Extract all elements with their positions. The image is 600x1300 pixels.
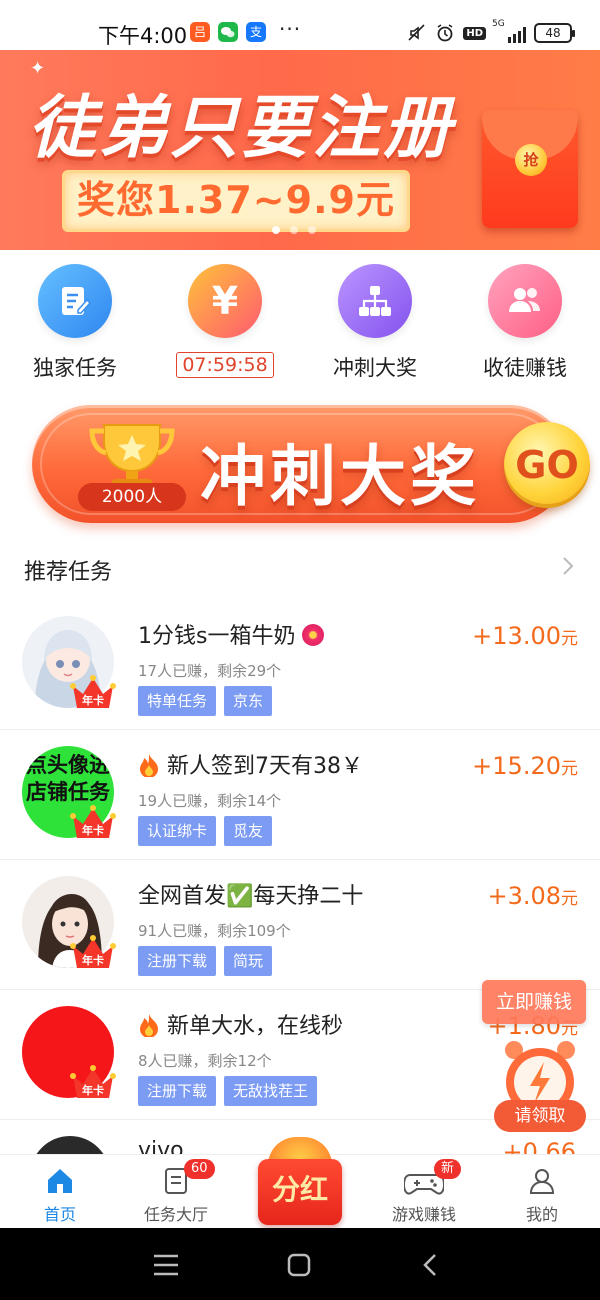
sprint-title: 冲刺大奖 (200, 438, 480, 515)
claim-button[interactable]: 请领取 (494, 1100, 586, 1132)
section-title: 推荐任务 (24, 560, 113, 585)
quick-nav-countdown[interactable]: ¥ 07:59:58 (150, 264, 300, 378)
pagination-dot[interactable] (308, 226, 316, 234)
task-tag: 认证绑卡 (138, 816, 217, 846)
task-tag: 简玩 (224, 946, 273, 976)
task-title: 全网首发✅每天挣二十 (138, 884, 364, 909)
person-icon (529, 1169, 555, 1194)
pagination-dot[interactable] (272, 226, 280, 234)
nav-home[interactable]: 首页 (0, 1165, 120, 1225)
quick-nav: 独家任务 ¥ 07:59:58 冲刺大奖 收徒赚钱 (0, 258, 600, 388)
countdown-timer: 07:59:58 (176, 352, 274, 378)
annual-card-badge: 年卡 (82, 1084, 104, 1097)
org-chart-icon (338, 264, 412, 338)
annual-card-badge: 年卡 (82, 954, 104, 967)
task-tag: 京东 (224, 686, 273, 716)
earn-now-button[interactable]: 立即赚钱 (482, 980, 586, 1024)
home-icon (48, 1169, 72, 1193)
go-button[interactable]: GO (504, 422, 590, 508)
signal-icon: 5G (492, 19, 526, 43)
recommended-section-header[interactable]: 推荐任务 (0, 540, 600, 596)
quick-nav-recruit[interactable]: 收徒赚钱 (450, 264, 600, 382)
system-navigation-bar (0, 1228, 600, 1300)
task-reward: +3.08元 (487, 882, 578, 910)
status-icons: HD 5G 48 (407, 19, 575, 46)
task-tag: 注册下载 (138, 946, 217, 976)
task-reward: +0.66 (502, 1138, 576, 1154)
nav-dividend[interactable]: 分红 (252, 1131, 348, 1227)
task-tags: 注册下载 无敌找茬王 (138, 1076, 318, 1106)
menu-icon[interactable] (152, 1252, 180, 1278)
alipay-app-icon: 支 (246, 22, 266, 42)
task-row[interactable]: 年卡 全网首发✅每天挣二十 91人已赚，剩余109个 注册下载 简玩 +3.08… (0, 860, 600, 990)
task-title: 新人签到7天有38￥ (138, 748, 363, 780)
task-title: 1分钱s一箱牛奶 (138, 618, 325, 650)
banner-subtitle: 奖您1.37~9.9元 (62, 170, 410, 232)
red-packet-icon: 抢 (482, 110, 578, 228)
task-title: 新单大水，在线秒 (138, 1008, 343, 1040)
more-notifications-icon: ··· (279, 17, 302, 41)
task-tags: 特单任务 京东 (138, 686, 273, 716)
hd-icon: HD (463, 26, 486, 40)
mute-icon (408, 24, 425, 41)
wechat-app-icon (218, 22, 238, 42)
task-tags: 认证绑卡 觅友 (138, 816, 273, 846)
task-reward: +15.20元 (472, 752, 578, 780)
quick-nav-label: 独家任务 (33, 356, 117, 380)
task-title: vivo (138, 1138, 184, 1154)
nav-game-earn[interactable]: 游戏赚钱 新 (364, 1159, 484, 1225)
fire-icon (140, 754, 158, 778)
yen-icon: ¥ (188, 264, 262, 338)
participant-count: 2000人 (78, 483, 186, 511)
banner-pagination (272, 226, 316, 234)
task-row[interactable]: 年卡 1分钱s一箱牛奶 17人已赚，剩余29个 特单任务 京东 +13.00元 (0, 600, 600, 730)
task-meta: 19人已赚，剩余14个 (138, 792, 282, 810)
annual-card-badge: 年卡 (82, 824, 104, 837)
notification-badge: 60 (184, 1159, 215, 1179)
task-tag: 无敌找茬王 (224, 1076, 318, 1106)
quick-nav-label: 收徒赚钱 (483, 356, 567, 380)
task-tags: 注册下载 简玩 (138, 946, 273, 976)
quick-nav-exclusive-tasks[interactable]: 独家任务 (0, 264, 150, 382)
nav-task-hall[interactable]: 任务大厅 60 (116, 1159, 236, 1225)
promo-banner[interactable]: ✦ ✦ 徒弟只要注册 奖您1.37~9.9元 抢 (0, 50, 600, 250)
quick-nav-label: 冲刺大奖 (333, 356, 417, 380)
task-meta: 91人已赚，剩余109个 (138, 922, 291, 940)
quick-nav-sprint-prize[interactable]: 冲刺大奖 (300, 264, 450, 382)
task-tag: 觅友 (224, 816, 273, 846)
new-badge: 新 (434, 1159, 462, 1179)
meituan-app-icon: 吕 (190, 22, 210, 42)
task-row[interactable]: 点头像进店铺任务 年卡 新人签到7天有38￥ 19人已赚，剩余14个 认证绑卡 … (0, 730, 600, 860)
task-meta: 8人已赚，剩余12个 (138, 1052, 272, 1070)
back-icon[interactable] (420, 1252, 440, 1278)
task-meta: 17人已赚，剩余29个 (138, 662, 282, 680)
bottom-nav: 首页 任务大厅 60 分红 游戏赚钱 新 我的 (0, 1137, 600, 1228)
hibiscus-icon (302, 624, 325, 646)
status-time: 下午4:00 (98, 24, 188, 48)
fire-icon (140, 1014, 158, 1038)
task-tag: 注册下载 (138, 1076, 217, 1106)
annual-card-badge: 年卡 (82, 694, 104, 707)
task-tag: 特单任务 (138, 686, 217, 716)
alarm-icon (437, 24, 453, 42)
status-bar: 下午4:00 吕 支 ··· HD 5G 48 (0, 0, 600, 50)
edit-note-icon (38, 264, 112, 338)
nav-mine[interactable]: 我的 (482, 1165, 600, 1225)
home-square-icon[interactable] (286, 1252, 312, 1278)
banner-title: 徒弟只要注册 (28, 89, 455, 168)
chevron-right-icon[interactable] (556, 554, 580, 578)
task-reward: +13.00元 (472, 622, 578, 650)
pagination-dot[interactable] (290, 226, 298, 234)
avatar (30, 1136, 110, 1154)
battery-indicator: 48 (534, 23, 575, 43)
sprint-prize-banner[interactable]: 2000人 冲刺大奖 GO (32, 405, 590, 523)
red-packet-coin: 抢 (515, 144, 547, 176)
users-icon (488, 264, 562, 338)
